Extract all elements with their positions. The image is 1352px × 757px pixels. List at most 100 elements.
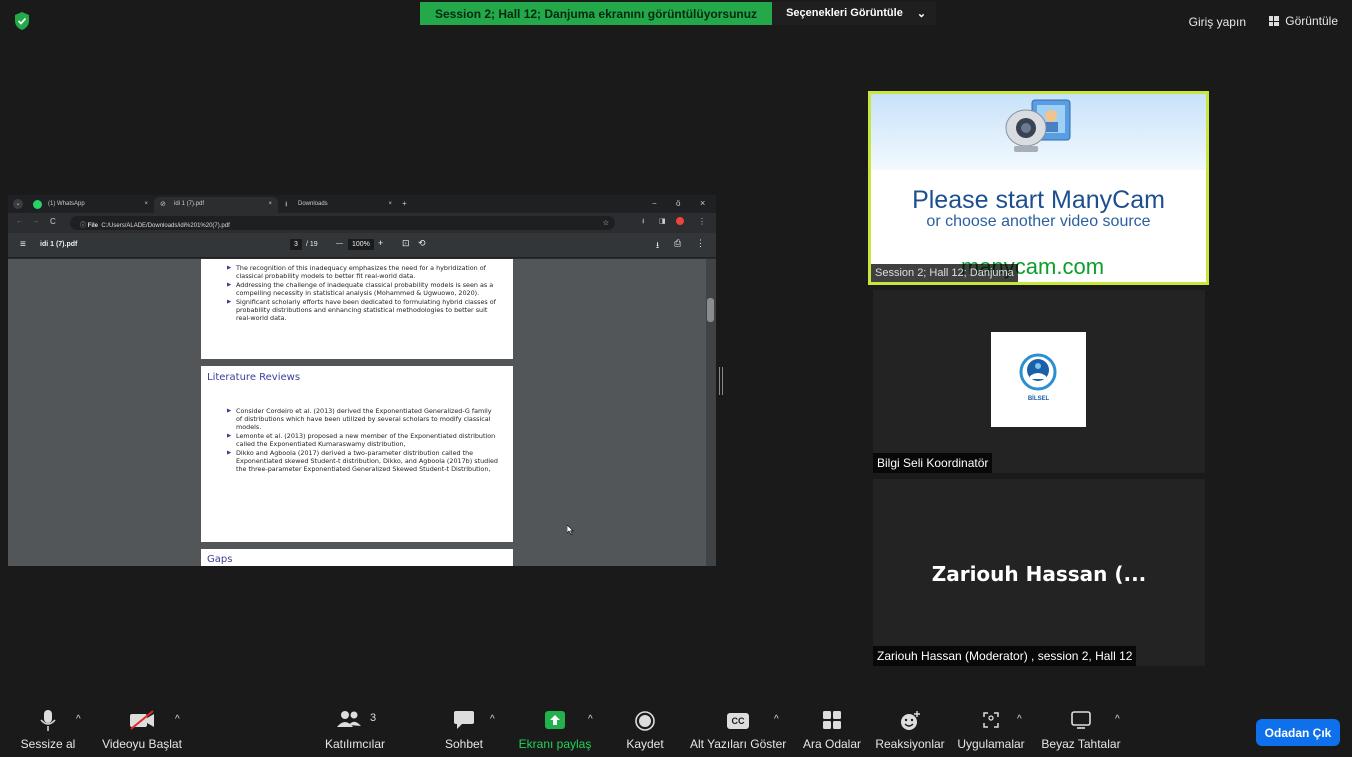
file-icon: ⊘ xyxy=(160,201,166,208)
tab-label: Downloads xyxy=(298,201,328,207)
browser-tab-strip: ⌄ (1) WhatsApp × ⊘ idi 1 (7).pdf × ⭳ Dow… xyxy=(8,195,716,213)
more-icon[interactable]: ⋮ xyxy=(696,238,705,249)
breakout-rooms-label: Ara Odalar xyxy=(802,737,862,751)
share-screen-button[interactable]: Ekranı paylaş xyxy=(515,700,595,757)
bullet-list: Consider Cordeiro et al. (2013) derived … xyxy=(201,383,513,473)
file-chip: File xyxy=(87,223,99,229)
pdf-page: Literature Reviews Consider Cordeiro et … xyxy=(201,366,513,542)
whiteboard-options-caret[interactable]: ^ xyxy=(1115,714,1120,725)
resize-handle[interactable] xyxy=(719,367,723,395)
tab-pdf[interactable]: ⊘ idi 1 (7).pdf × xyxy=(154,197,278,213)
minimize-button[interactable]: − xyxy=(652,199,657,208)
rotate-icon[interactable]: ⟲ xyxy=(418,238,426,249)
list-item: Addressing the challenge of inadequate c… xyxy=(226,281,503,297)
start-video-button[interactable]: Videoyu Başlat xyxy=(98,700,186,757)
mute-options-caret[interactable]: ^ xyxy=(76,714,81,725)
extension-icon[interactable] xyxy=(676,217,684,225)
list-item: Consider Cordeiro et al. (2013) derived … xyxy=(226,407,499,431)
record-icon xyxy=(635,711,655,731)
address-bar-row: ← → C ⓘ File C:/Users/ALADE/Downloads/id… xyxy=(8,213,716,233)
view-options-label: Seçenekleri Görüntüle xyxy=(786,7,903,19)
new-tab-button[interactable]: + xyxy=(402,199,407,208)
participants-button[interactable]: 3 Katılımcılar xyxy=(310,700,400,757)
microphone-icon xyxy=(40,710,56,731)
view-button[interactable]: Görüntüle xyxy=(1269,14,1338,28)
bullet-list: The recognition of this inadequacy empha… xyxy=(226,264,503,322)
leave-button[interactable]: Odadan Çık xyxy=(1256,719,1340,746)
url-input[interactable]: ⓘ File C:/Users/ALADE/Downloads/idi%201%… xyxy=(70,216,615,230)
video-off-icon xyxy=(130,710,154,730)
apps-icon xyxy=(983,712,999,728)
menu-icon[interactable]: ⋮ xyxy=(698,217,706,226)
captions-icon: CC xyxy=(727,713,749,729)
download-icon[interactable]: ⭳ xyxy=(642,217,644,228)
zoom-out-button[interactable]: — xyxy=(336,240,343,247)
mute-label: Sessize al xyxy=(20,737,76,751)
url-text: C:/Users/ALADE/Downloads/idi%201%20(7).p… xyxy=(101,223,230,229)
chat-options-caret[interactable]: ^ xyxy=(490,714,495,725)
participants-icon xyxy=(337,711,361,727)
hamburger-icon[interactable]: ≡ xyxy=(20,239,26,250)
back-icon[interactable]: ← xyxy=(16,218,23,225)
close-icon[interactable]: × xyxy=(388,201,392,207)
captions-button[interactable]: CC Alt Yazıları Göster xyxy=(690,700,786,757)
pdf-page: Gaps xyxy=(201,549,513,566)
close-icon[interactable]: × xyxy=(144,201,148,207)
tab-label: idi 1 (7).pdf xyxy=(174,201,205,207)
zoom-input[interactable]: 100% xyxy=(348,239,374,250)
share-banner: Session 2; Hall 12; Danjuma ekranını gör… xyxy=(420,2,937,25)
chat-button[interactable]: Sohbet xyxy=(437,700,491,757)
video-tile-active-speaker[interactable]: Please start ManyCam or choose another v… xyxy=(868,91,1209,285)
reactions-label: Reaksiyonlar xyxy=(875,737,945,751)
reload-icon[interactable]: C xyxy=(50,217,56,226)
view-label: Görüntüle xyxy=(1285,14,1338,28)
whiteboard-label: Beyaz Tahtalar xyxy=(1041,737,1121,751)
apps-options-caret[interactable]: ^ xyxy=(1017,714,1022,725)
view-options-button[interactable]: Seçenekleri Görüntüle ⌄ xyxy=(772,2,937,25)
fit-page-icon[interactable]: ⊡ xyxy=(402,238,410,249)
breakout-rooms-button[interactable]: Ara Odalar xyxy=(798,700,866,757)
apps-button[interactable]: Uygulamalar xyxy=(954,700,1028,757)
zoom-in-button[interactable]: + xyxy=(378,238,383,248)
sign-in-button[interactable]: Giriş yapın xyxy=(1189,15,1246,29)
mute-button[interactable]: Sessize al xyxy=(15,700,81,757)
tab-search-icon[interactable]: ⌄ xyxy=(13,199,23,209)
grid-view-icon xyxy=(1269,16,1280,26)
download-icon: ⭳ xyxy=(285,201,288,208)
download-icon[interactable]: ⭳ xyxy=(656,238,659,254)
pdf-viewport[interactable]: The recognition of this inadequacy empha… xyxy=(8,259,716,566)
list-item: The recognition of this inadequacy empha… xyxy=(226,264,503,280)
page-total: / 19 xyxy=(306,241,318,248)
chevron-down-icon: ⌄ xyxy=(916,8,927,20)
share-status-text: Session 2; Hall 12; Danjuma ekranını gör… xyxy=(420,2,773,25)
captions-options-caret[interactable]: ^ xyxy=(774,714,779,725)
video-options-caret[interactable]: ^ xyxy=(175,714,180,725)
share-options-caret[interactable]: ^ xyxy=(588,714,593,725)
video-tile[interactable]: Zariouh Hassan (... Zariouh Hassan (Mode… xyxy=(873,479,1205,666)
record-button[interactable]: Kaydet xyxy=(620,700,670,757)
sidepanel-icon[interactable]: ◨ xyxy=(659,217,666,225)
print-icon[interactable]: ⎙ xyxy=(674,238,681,249)
chat-icon xyxy=(454,711,474,729)
page-number-input[interactable]: 3 xyxy=(290,239,302,250)
close-icon[interactable]: × xyxy=(268,201,272,207)
chat-label: Sohbet xyxy=(444,737,484,751)
tab-whatsapp[interactable]: (1) WhatsApp × xyxy=(28,197,154,213)
close-window-button[interactable]: × xyxy=(700,198,705,208)
tab-downloads[interactable]: ⭳ Downloads × xyxy=(278,197,398,213)
list-item: Dikko and Agboola (2017) derived a two-p… xyxy=(226,449,499,473)
reactions-button[interactable]: Reaksiyonlar xyxy=(874,700,946,757)
tab-label: (1) WhatsApp xyxy=(48,201,85,207)
restore-button[interactable]: ӧ xyxy=(676,199,680,208)
shield-icon[interactable] xyxy=(13,11,31,31)
video-tile[interactable]: BİLSEL Bilgi Seli Koordinatör xyxy=(873,290,1205,473)
participants-label: Katılımcılar xyxy=(324,737,385,751)
share-screen-icon xyxy=(545,711,565,729)
video-label: Videoyu Başlat xyxy=(102,737,182,751)
forward-icon[interactable]: → xyxy=(32,218,39,225)
shared-screen: ⌄ (1) WhatsApp × ⊘ idi 1 (7).pdf × ⭳ Dow… xyxy=(8,195,716,566)
whiteboard-button[interactable]: Beyaz Tahtalar xyxy=(1038,700,1124,757)
scrollbar-thumb[interactable] xyxy=(707,298,714,322)
mouse-cursor-icon xyxy=(567,525,574,535)
star-icon[interactable]: ☆ xyxy=(603,219,609,227)
